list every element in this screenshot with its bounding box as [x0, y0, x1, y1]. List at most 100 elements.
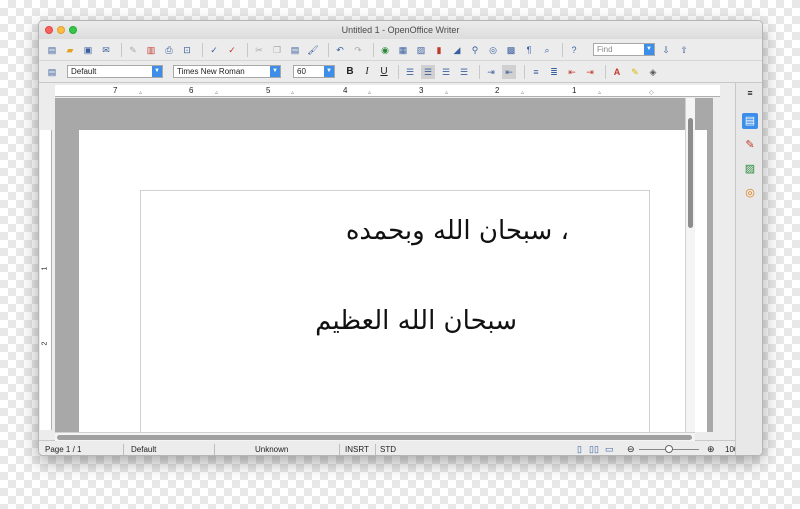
sidebar-menu-icon[interactable]: ≡ [742, 85, 758, 101]
align-left-icon[interactable]: ☰ [403, 65, 417, 79]
vertical-scrollbar-thumb[interactable] [688, 118, 693, 228]
font-name-select[interactable]: Times New Roman ▼ [173, 65, 281, 78]
vertical-scrollbar[interactable] [685, 98, 695, 432]
copy-icon[interactable]: ❐ [270, 43, 284, 57]
decrease-indent-icon[interactable]: ⇤ [565, 65, 579, 79]
tab-stop-icon[interactable]: ▵ [521, 90, 524, 96]
print-preview-icon[interactable]: ⊡ [180, 43, 194, 57]
gallery-icon[interactable]: ▩ [504, 43, 518, 57]
tab-stop-icon[interactable]: ▵ [215, 90, 218, 96]
ruler-number: 4 [343, 86, 348, 95]
undo-icon[interactable]: ↶ [333, 43, 347, 57]
font-size-select[interactable]: 60 ▼ [293, 65, 335, 78]
justify-icon[interactable]: ☰ [457, 65, 471, 79]
horizontal-scrollbar-thumb[interactable] [57, 435, 692, 440]
left-to-right-icon[interactable]: ⇥ [484, 65, 498, 79]
align-center-icon[interactable]: ☰ [421, 64, 435, 79]
paste-icon[interactable]: ▤ [288, 43, 302, 57]
zoom-slider-handle[interactable] [665, 445, 673, 453]
redo-icon[interactable]: ↷ [351, 43, 365, 57]
ruler-number: 2 [41, 341, 49, 346]
arabic-text-line-1[interactable]: سبحان الله وبحمده ، [346, 216, 569, 246]
edit-file-icon[interactable]: ✎ [126, 43, 140, 57]
chevron-down-icon[interactable]: ▼ [152, 66, 162, 77]
language[interactable]: Unknown [255, 441, 288, 455]
numbering-icon[interactable]: ≡ [529, 65, 543, 79]
chart-icon[interactable]: ▮ [432, 43, 446, 57]
tab-stop-icon[interactable]: ▵ [139, 90, 142, 96]
ruler-number: 3 [419, 86, 424, 95]
toolbar-divider [524, 64, 525, 79]
increase-indent-icon[interactable]: ⇥ [583, 65, 597, 79]
align-right-icon[interactable]: ☰ [439, 65, 453, 79]
zoom-out-icon[interactable]: ⊖ [627, 441, 635, 455]
insert-image-icon[interactable]: ▨ [414, 43, 428, 57]
format-paintbrush-icon[interactable]: 🖌 [306, 43, 320, 57]
styles-formatting-icon[interactable]: ▤ [45, 65, 59, 79]
vertical-ruler[interactable]: 1 2 [40, 130, 52, 430]
spellcheck-icon[interactable]: ✓ [207, 43, 221, 57]
page-style[interactable]: Default [131, 441, 156, 455]
formatting-toolbar: ▤ Default ▼ Times New Roman ▼ 60 ▼ B I U… [39, 61, 762, 83]
zoom-in-icon[interactable]: ⊕ [707, 441, 715, 455]
italic-button[interactable]: I [360, 66, 374, 77]
maximize-window-button[interactable] [69, 26, 77, 34]
gallery-sidebar-icon[interactable]: ▨ [742, 161, 758, 177]
export-pdf-icon[interactable]: ▥ [144, 43, 158, 57]
email-icon[interactable]: ✉ [99, 43, 113, 57]
font-color-icon[interactable]: A [610, 65, 624, 79]
cut-icon[interactable]: ✂ [252, 43, 266, 57]
selection-mode[interactable]: STD [380, 441, 396, 455]
bold-button[interactable]: B [343, 66, 357, 77]
chevron-down-icon[interactable]: ▼ [644, 44, 654, 55]
book-view-icon[interactable]: ▭ [605, 441, 614, 455]
document-page[interactable]: سبحان الله وبحمده ، سبحان الله العظيم [79, 130, 707, 432]
chevron-down-icon[interactable]: ▼ [324, 66, 334, 77]
tab-stop-icon[interactable]: ▵ [291, 90, 294, 96]
formatting-marks-icon[interactable]: ¶ [522, 43, 536, 57]
help-icon[interactable]: ? [567, 43, 581, 57]
toolbar-divider [562, 42, 563, 57]
arabic-text-line-2[interactable]: سبحان الله العظيم [315, 306, 517, 336]
minimize-window-button[interactable] [57, 26, 65, 34]
properties-icon[interactable]: ▤ [742, 113, 758, 129]
multi-page-view-icon[interactable]: ▯▯ [589, 441, 599, 455]
find-next-icon[interactable]: ⇩ [659, 43, 673, 57]
toolbar-divider [247, 42, 248, 57]
styles-icon[interactable]: ✎ [742, 137, 758, 153]
status-bar: Page 1 / 1 Default Unknown INSRT STD ▯ ▯… [39, 440, 762, 455]
close-window-button[interactable] [45, 26, 53, 34]
background-color-icon[interactable]: ◈ [646, 65, 660, 79]
navigator-sidebar-icon[interactable]: ◎ [742, 185, 758, 201]
ruler-number: 1 [41, 266, 49, 271]
zoom-icon[interactable]: ⌕ [540, 43, 554, 57]
insert-mode[interactable]: INSRT [345, 441, 369, 455]
horizontal-ruler[interactable]: 7 6 5 4 3 2 1 ▵ ▵ ▵ ▵ ▵ ▵ ▵ ◇ [55, 85, 720, 97]
indent-marker-icon[interactable]: ◇ [649, 90, 654, 96]
find-previous-icon[interactable]: ⇧ [677, 43, 691, 57]
find-replace-icon[interactable]: ⚲ [468, 43, 482, 57]
draw-functions-icon[interactable]: ◢ [450, 43, 464, 57]
table-icon[interactable]: ▦ [396, 43, 410, 57]
single-page-view-icon[interactable]: ▯ [577, 441, 582, 455]
tab-stop-icon[interactable]: ▵ [445, 90, 448, 96]
print-icon[interactable]: ⎙ [162, 43, 176, 57]
paragraph-style-select[interactable]: Default ▼ [67, 65, 163, 78]
document-area[interactable]: سبحان الله وبحمده ، سبحان الله العظيم [55, 98, 713, 432]
save-icon[interactable]: ▣ [81, 43, 95, 57]
open-folder-icon[interactable]: ▰ [63, 43, 77, 57]
navigator-icon[interactable]: ◎ [486, 43, 500, 57]
right-to-left-icon[interactable]: ⇤ [502, 64, 516, 79]
new-document-icon[interactable]: ▤ [45, 43, 59, 57]
tab-stop-icon[interactable]: ▵ [598, 90, 601, 96]
chevron-down-icon[interactable]: ▼ [270, 66, 280, 77]
highlighting-icon[interactable]: ✎ [628, 65, 642, 79]
horizontal-scrollbar[interactable] [55, 432, 695, 441]
tab-stop-icon[interactable]: ▵ [368, 90, 371, 96]
find-input[interactable]: Find ▼ [593, 43, 655, 56]
hyperlink-icon[interactable]: ◉ [378, 43, 392, 57]
bullets-icon[interactable]: ≣ [547, 65, 561, 79]
autospellcheck-icon[interactable]: ✓ [225, 43, 239, 57]
underline-button[interactable]: U [377, 66, 391, 77]
toolbar-divider [373, 42, 374, 57]
